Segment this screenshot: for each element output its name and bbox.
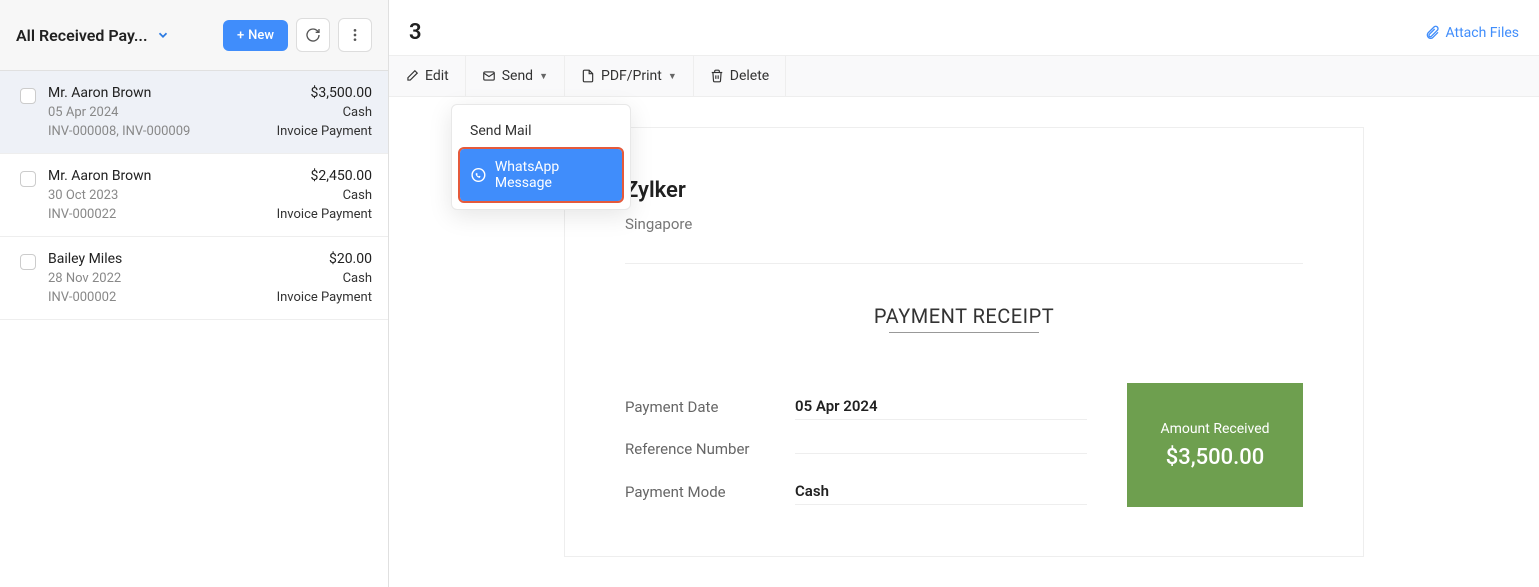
payment-content: Mr. Aaron Brown 05 Apr 2024 INV-000008, … [48,85,372,139]
field-payment-mode: Payment Mode Cash [625,468,1087,515]
customer-name: Mr. Aaron Brown [48,168,151,184]
field-value [795,445,1087,454]
send-button[interactable]: Send ▼ [466,56,565,96]
mail-icon [482,69,496,83]
chevron-down-icon[interactable] [156,28,170,42]
amount-value: $3,500.00 [1166,445,1265,470]
payment-invoices: INV-000022 [48,207,151,222]
payment-row[interactable]: Mr. Aaron Brown 05 Apr 2024 INV-000008, … [0,71,388,154]
payment-date: 28 Nov 2022 [48,271,122,286]
field-label: Payment Date [625,398,795,416]
payment-row[interactable]: Mr. Aaron Brown 30 Oct 2023 INV-000022 $… [0,154,388,237]
customer-name: Mr. Aaron Brown [48,85,190,101]
new-button[interactable]: + New [223,20,288,51]
whatsapp-icon [470,166,487,184]
main-topbar: 3 Attach Files [389,0,1539,55]
send-label: Send [502,68,533,84]
payment-method: Cash [277,188,372,203]
field-label: Reference Number [625,440,795,458]
refresh-button[interactable] [296,18,330,52]
company-location: Singapore [625,215,1303,233]
more-menu-button[interactable] [338,18,372,52]
divider [625,263,1303,264]
row-checkbox[interactable] [20,254,36,305]
field-payment-date: Payment Date 05 Apr 2024 [625,383,1087,430]
more-vertical-icon [347,27,363,43]
view-selector[interactable]: All Received Pay... [16,26,223,45]
whatsapp-label: WhatsApp Message [495,159,612,191]
amount-label: Amount Received [1160,421,1269,437]
receipt-body: Payment Date 05 Apr 2024 Reference Numbe… [625,383,1303,515]
amount-received-box: Amount Received $3,500.00 [1127,383,1303,507]
pdf-label: PDF/Print [601,68,662,84]
attach-files-label: Attach Files [1446,25,1520,41]
pdf-print-button[interactable]: PDF/Print ▼ [565,56,694,96]
refresh-icon [305,27,321,43]
sidebar-title: All Received Pay... [16,26,148,45]
payment-method: Cash [277,105,372,120]
page-title: 3 [409,20,422,45]
pencil-icon [405,69,419,83]
payment-type: Invoice Payment [277,124,372,139]
delete-button[interactable]: Delete [694,56,786,96]
field-value: 05 Apr 2024 [795,393,1087,420]
row-checkbox[interactable] [20,171,36,222]
payment-amount: $3,500.00 [277,85,372,101]
payment-type: Invoice Payment [277,207,372,222]
heading-underline [889,332,1039,333]
plus-icon: + [237,28,244,43]
company-name: Zylker [625,178,1303,203]
payment-invoices: INV-000002 [48,290,122,305]
field-label: Payment Mode [625,483,795,501]
sidebar: All Received Pay... + New Mr. Aaron Brow… [0,0,389,587]
payment-amount: $2,450.00 [277,168,372,184]
toolbar: Edit Send ▼ PDF/Print ▼ Delete [389,55,1539,97]
payment-content: Bailey Miles 28 Nov 2022 INV-000002 $20.… [48,251,372,305]
trash-icon [710,69,724,83]
payment-content: Mr. Aaron Brown 30 Oct 2023 INV-000022 $… [48,168,372,222]
receipt-heading: PAYMENT RECEIPT [625,304,1303,328]
caret-down-icon: ▼ [668,71,677,82]
sidebar-header: All Received Pay... + New [0,0,388,71]
new-button-label: New [248,28,274,43]
send-mail-item[interactable]: Send Mail [460,113,622,149]
customer-name: Bailey Miles [48,251,122,267]
sidebar-actions: + New [223,18,372,52]
payment-row[interactable]: Bailey Miles 28 Nov 2022 INV-000002 $20.… [0,237,388,320]
row-checkbox[interactable] [20,88,36,139]
field-value: Cash [795,478,1087,505]
payment-type: Invoice Payment [277,290,372,305]
receipt-fields: Payment Date 05 Apr 2024 Reference Numbe… [625,383,1087,515]
field-reference-number: Reference Number [625,430,1087,468]
send-mail-label: Send Mail [470,123,531,139]
receipt-card: Zylker Singapore PAYMENT RECEIPT Payment… [564,127,1364,557]
delete-label: Delete [730,68,769,84]
edit-button[interactable]: Edit [389,56,466,96]
edit-label: Edit [425,68,449,84]
pdf-icon [581,69,595,83]
payment-list: Mr. Aaron Brown 05 Apr 2024 INV-000008, … [0,71,388,587]
whatsapp-message-item[interactable]: WhatsApp Message [460,149,622,201]
payment-amount: $20.00 [277,251,372,267]
payment-date: 05 Apr 2024 [48,105,190,120]
paperclip-icon [1424,25,1440,41]
caret-down-icon: ▼ [539,71,548,82]
payment-method: Cash [277,271,372,286]
send-dropdown: Send Mail WhatsApp Message [451,104,631,210]
main-panel: 3 Attach Files Edit Send ▼ PDF/Print ▼ D… [389,0,1539,587]
payment-date: 30 Oct 2023 [48,188,151,203]
attach-files-link[interactable]: Attach Files [1424,25,1520,41]
payment-invoices: INV-000008, INV-000009 [48,124,190,139]
